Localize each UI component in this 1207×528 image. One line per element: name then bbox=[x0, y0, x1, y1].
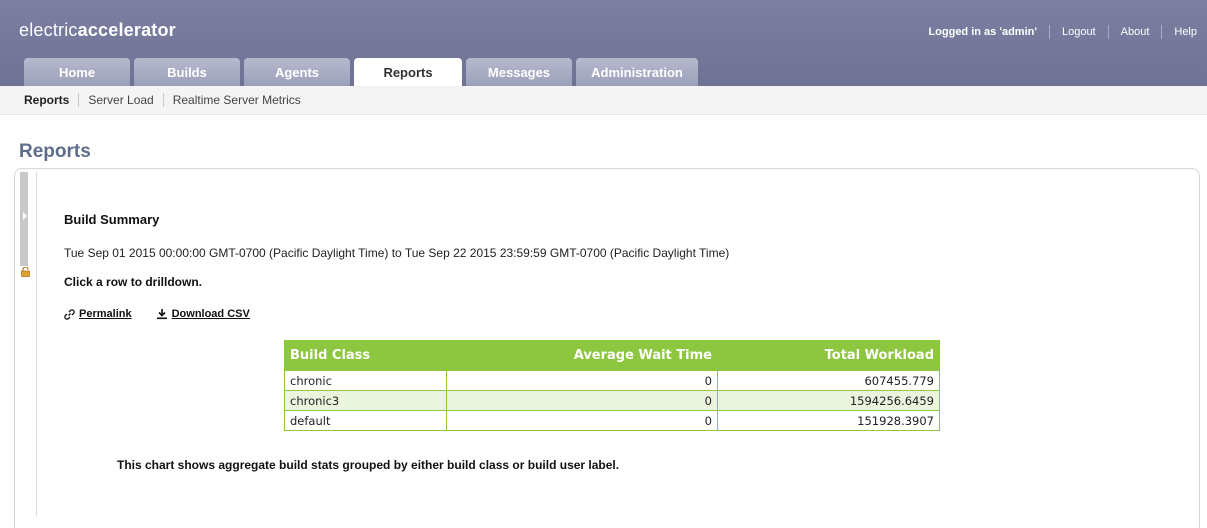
lock-icon[interactable] bbox=[21, 267, 30, 277]
logout-link[interactable]: Logout bbox=[1062, 26, 1096, 38]
average-wait-time-cell[interactable]: 0 bbox=[446, 390, 718, 411]
expand-arrow-icon[interactable] bbox=[23, 212, 27, 220]
total-workload-cell[interactable]: 1594256.6459 bbox=[717, 390, 940, 411]
divider bbox=[162, 93, 164, 107]
build-class-cell[interactable]: default bbox=[284, 410, 447, 431]
tab-agents[interactable]: Agents bbox=[244, 58, 350, 86]
tab-builds[interactable]: Builds bbox=[134, 58, 240, 86]
column-header-average-wait-time[interactable]: Average Wait Time bbox=[446, 340, 718, 371]
permalink-link[interactable]: Permalink bbox=[64, 308, 132, 320]
table-row[interactable]: chronic3 0 1594256.6459 bbox=[284, 390, 940, 411]
table-row[interactable]: chronic 0 607455.779 bbox=[284, 370, 940, 391]
build-summary-table: Build Class Average Wait Time Total Work… bbox=[284, 340, 940, 431]
tab-home[interactable]: Home bbox=[24, 58, 130, 86]
subnav-realtime-server-metrics[interactable]: Realtime Server Metrics bbox=[173, 93, 301, 107]
build-class-cell[interactable]: chronic3 bbox=[284, 390, 447, 411]
column-header-total-workload[interactable]: Total Workload bbox=[717, 340, 940, 371]
drilldown-instruction: Click a row to drilldown. bbox=[64, 275, 203, 289]
sidebar-divider bbox=[36, 172, 37, 516]
table-header-row: Build Class Average Wait Time Total Work… bbox=[284, 340, 940, 371]
logo-light-text: electric bbox=[19, 20, 78, 40]
tab-messages[interactable]: Messages bbox=[466, 58, 572, 86]
build-class-cell[interactable]: chronic bbox=[284, 370, 447, 391]
divider bbox=[1161, 25, 1163, 39]
download-csv-label: Download CSV bbox=[171, 308, 250, 320]
logged-in-label: Logged in as 'admin' bbox=[928, 26, 1037, 38]
divider bbox=[1048, 25, 1050, 39]
link-icon bbox=[64, 308, 75, 320]
total-workload-cell[interactable]: 607455.779 bbox=[717, 370, 940, 391]
help-link[interactable]: Help bbox=[1174, 26, 1197, 38]
user-links: Logged in as 'admin' Logout About Help bbox=[928, 25, 1197, 39]
download-icon bbox=[156, 309, 167, 320]
about-link[interactable]: About bbox=[1121, 26, 1150, 38]
subnav-server-load[interactable]: Server Load bbox=[88, 93, 153, 107]
main-tabs: Home Builds Agents Reports Messages Admi… bbox=[24, 58, 698, 86]
page-title: Reports bbox=[19, 141, 91, 162]
column-header-build-class[interactable]: Build Class bbox=[284, 340, 447, 371]
app-logo[interactable]: electricaccelerator bbox=[19, 20, 176, 41]
chart-caption: This chart shows aggregate build stats g… bbox=[117, 458, 620, 472]
table-row[interactable]: default 0 151928.3907 bbox=[284, 410, 940, 431]
logo-bold-text: accelerator bbox=[77, 20, 176, 40]
permalink-label: Permalink bbox=[79, 308, 132, 320]
subnav-reports[interactable]: Reports bbox=[24, 93, 69, 107]
download-csv-link[interactable]: Download CSV bbox=[156, 308, 250, 320]
total-workload-cell[interactable]: 151928.3907 bbox=[717, 410, 940, 431]
report-links: Permalink Download CSV bbox=[64, 308, 250, 320]
app-header: electricaccelerator Logged in as 'admin'… bbox=[0, 0, 1207, 86]
date-range-text: Tue Sep 01 2015 00:00:00 GMT-0700 (Pacif… bbox=[64, 246, 730, 260]
average-wait-time-cell[interactable]: 0 bbox=[446, 370, 718, 391]
divider bbox=[78, 93, 80, 107]
divider bbox=[1107, 25, 1109, 39]
sub-navigation: Reports Server Load Realtime Server Metr… bbox=[0, 86, 1207, 115]
tab-administration[interactable]: Administration bbox=[576, 58, 698, 86]
tab-reports[interactable]: Reports bbox=[354, 58, 462, 86]
average-wait-time-cell[interactable]: 0 bbox=[446, 410, 718, 431]
build-summary-title: Build Summary bbox=[64, 212, 160, 227]
